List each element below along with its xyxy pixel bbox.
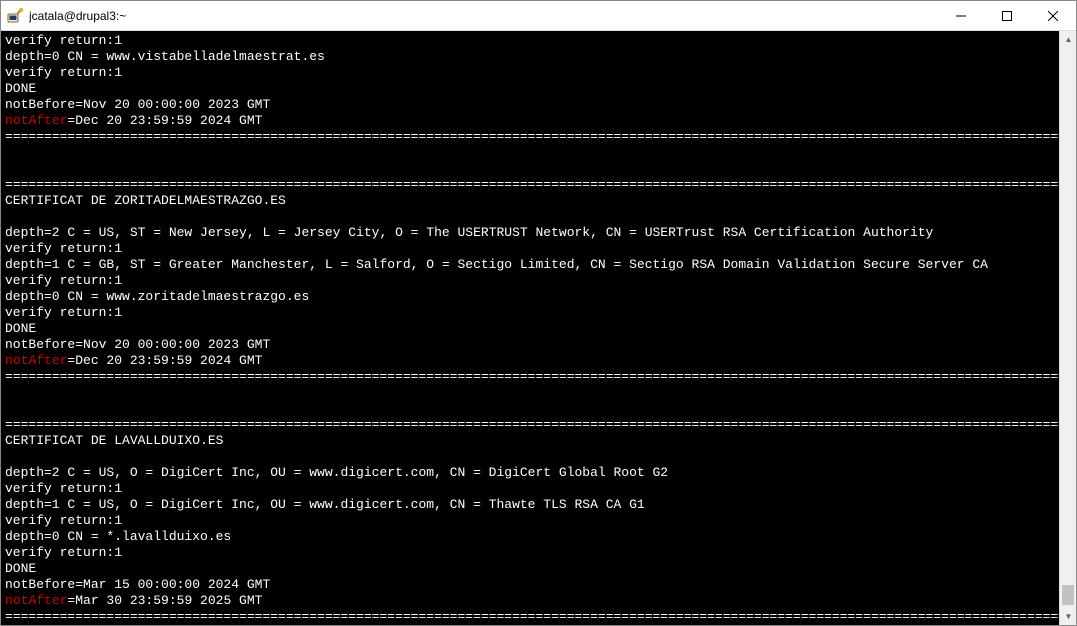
notafter-value: =Dec 20 23:59:59 2024 GMT [67, 353, 262, 368]
output-line: verify return:1 [5, 481, 122, 496]
scroll-up-arrow[interactable]: ▲ [1060, 31, 1076, 48]
putty-icon [7, 8, 23, 24]
output-line: depth=0 CN = www.zoritadelmaestrazgo.es [5, 289, 309, 304]
notafter-label: notAfter [5, 593, 67, 608]
scrollbar-thumb[interactable] [1062, 585, 1074, 605]
output-line: notBefore=Mar 15 00:00:00 2024 GMT [5, 577, 270, 592]
notafter-value: =Dec 20 23:59:59 2024 GMT [67, 113, 262, 128]
output-line: verify return:1 [5, 545, 122, 560]
notafter-value: =Mar 30 23:59:59 2025 GMT [67, 593, 262, 608]
divider-line: ========================================… [5, 369, 1059, 384]
notafter-label: notAfter [5, 113, 67, 128]
window-title: jcatala@drupal3:~ [29, 9, 938, 23]
output-line: verify return:1 [5, 65, 122, 80]
close-button[interactable] [1030, 1, 1076, 30]
output-line: depth=1 C = US, O = DigiCert Inc, OU = w… [5, 497, 645, 512]
notafter-label: notAfter [5, 353, 67, 368]
divider-line: ========================================… [5, 129, 1059, 144]
output-line: verify return:1 [5, 241, 122, 256]
output-line: verify return:1 [5, 305, 122, 320]
output-line: verify return:1 [5, 513, 122, 528]
divider-line: ========================================… [5, 177, 1059, 192]
cert-title: CERTIFICAT DE LAVALLDUIXO.ES [5, 433, 223, 448]
output-line: depth=0 CN = *.lavallduixo.es [5, 529, 231, 544]
output-line: DONE [5, 321, 36, 336]
cert-title: CERTIFICAT DE ZORITADELMAESTRAZGO.ES [5, 193, 286, 208]
output-line: depth=0 CN = www.vistabelladelmaestrat.e… [5, 49, 325, 64]
output-line: notBefore=Nov 20 00:00:00 2023 GMT [5, 337, 270, 352]
output-line: depth=2 C = US, O = DigiCert Inc, OU = w… [5, 465, 668, 480]
output-line: depth=1 C = GB, ST = Greater Manchester,… [5, 257, 988, 272]
minimize-button[interactable] [938, 1, 984, 30]
window-titlebar: jcatala@drupal3:~ [1, 1, 1076, 31]
output-line: verify return:1 [5, 273, 122, 288]
terminal-output[interactable]: verify return:1 depth=0 CN = www.vistabe… [1, 31, 1059, 625]
output-line: notBefore=Nov 20 00:00:00 2023 GMT [5, 97, 270, 112]
output-line: DONE [5, 561, 36, 576]
output-line: depth=2 C = US, ST = New Jersey, L = Jer… [5, 225, 933, 240]
divider-line: ========================================… [5, 609, 1059, 624]
divider-line: ========================================… [5, 417, 1059, 432]
vertical-scrollbar[interactable]: ▲ ▼ [1059, 31, 1076, 625]
maximize-button[interactable] [984, 1, 1030, 30]
scroll-down-arrow[interactable]: ▼ [1060, 608, 1076, 625]
output-line: DONE [5, 81, 36, 96]
window-controls [938, 1, 1076, 30]
output-line: verify return:1 [5, 33, 122, 48]
